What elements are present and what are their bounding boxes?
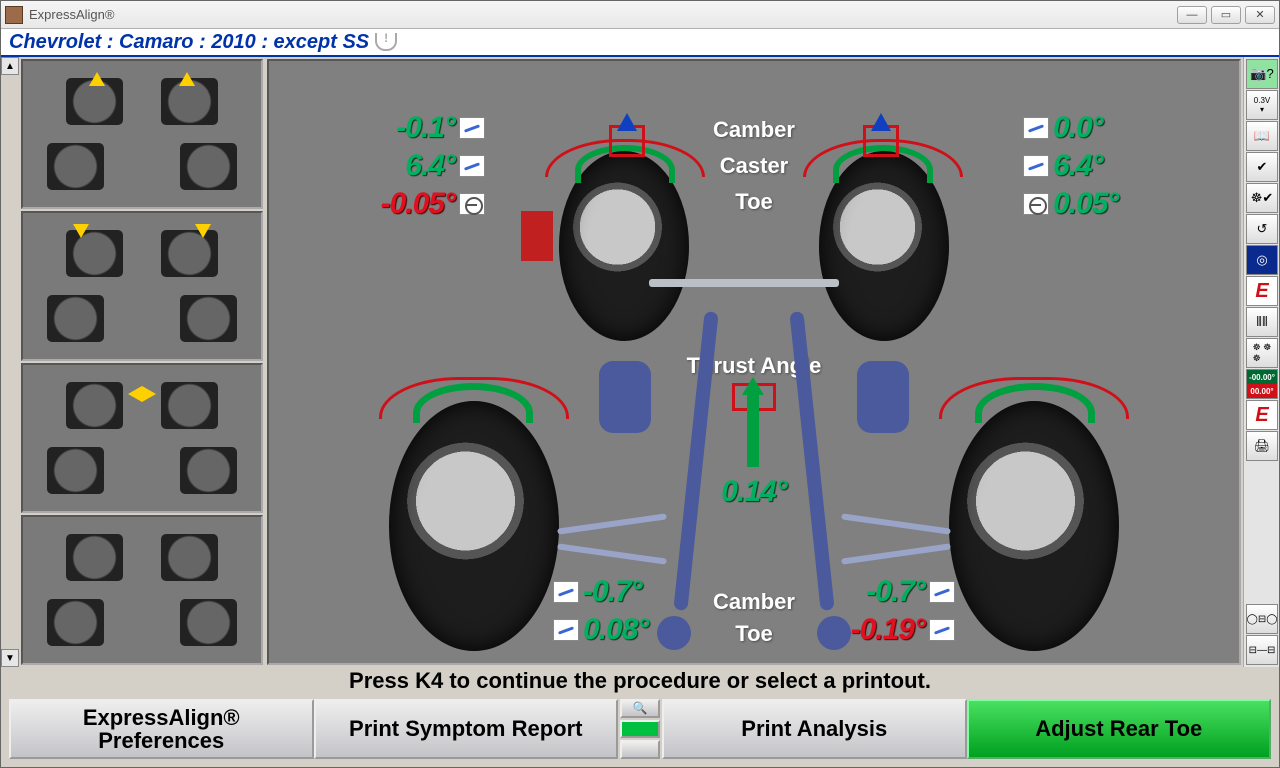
battery-indicator[interactable]: 0.3V▾ [1246,90,1278,120]
thrust-value: 0.14° [721,475,786,509]
wrench-icon [553,581,579,603]
wrench-icon [929,581,955,603]
wrench-icon [553,619,579,641]
wrench-icon [1023,155,1049,177]
sensor-status-button[interactable]: ✔ [1246,152,1278,182]
axle-view-button[interactable]: ⦀⦀ [1246,307,1278,337]
minimize-button[interactable]: — [1177,6,1207,24]
tolerance-toggle[interactable]: -00.00° 00.00° [1246,369,1278,399]
wrench-icon [459,117,485,139]
zoom-button[interactable]: 🔍 [620,699,660,718]
procedure-thumb-3[interactable] [21,363,263,513]
fr-camber-value: 0.0° [1053,111,1103,145]
rear-left-readouts: -0.7° 0.08° [549,575,648,647]
fl-toe-value: -0.05° [381,187,455,221]
wrench-icon [459,155,485,177]
steering-status-button[interactable]: ☸✔ [1246,183,1278,213]
thumb-scroll-up[interactable]: ▲ [1,57,19,75]
fl-caster-value: 6.4° [405,149,455,183]
target-button[interactable]: ◎ [1246,245,1278,275]
rear-right-readouts: -0.7° -0.19° [851,575,959,647]
reset-button[interactable]: ↺ [1246,214,1278,244]
window-title-bar: ExpressAlign® — ▭ ✕ [1,1,1279,29]
rr-toe-value: -0.19° [851,613,925,647]
expressalign-e2-button[interactable]: E [1246,400,1278,430]
label-caster: Caster [713,153,795,179]
print-symptom-button[interactable]: Print Symptom Report [314,699,619,759]
steering-icon [459,193,485,215]
vehicle-description: Chevrolet : Camaro : 2010 : except SS [9,31,369,54]
instruction-text: Press K4 to continue the procedure or se… [1,667,1279,695]
wrench-icon [1023,117,1049,139]
label-toe: Toe [713,189,795,215]
expressalign-e-button[interactable]: E [1246,276,1278,306]
spec-book-button[interactable]: 📖 [1246,121,1278,151]
procedure-thumbnail-strip [19,57,265,667]
next-step-indicator[interactable] [620,720,660,739]
thumb-scroll-down[interactable]: ▼ [1,649,19,667]
close-button[interactable]: ✕ [1245,6,1275,24]
help-video-button[interactable]: 📷? [1246,59,1278,89]
axle-front-view[interactable]: ◯⊟◯ [1246,604,1278,634]
steering-icon [1023,193,1049,215]
four-wheel-button[interactable]: ☸ ☸☸ [1246,338,1278,368]
app-icon [5,6,23,24]
window-title: ExpressAlign® [29,7,1177,22]
fr-caster-value: 6.4° [1053,149,1103,183]
label-camber: Camber [713,117,795,143]
tpms-icon [375,33,397,51]
procedure-thumb-2[interactable] [21,211,263,361]
maximize-button[interactable]: ▭ [1211,6,1241,24]
right-toolbar: 📷? 0.3V▾ 📖 ✔ ☸✔ ↺ ◎ E ⦀⦀ ☸ ☸☸ -00.00° 00… [1243,57,1279,667]
bottom-button-bar: ExpressAlign® Preferences Print Symptom … [1,695,1279,767]
label-rear-camber: Camber [713,589,795,615]
procedure-thumb-4[interactable] [21,515,263,665]
vehicle-info-bar: Chevrolet : Camaro : 2010 : except SS [1,29,1279,57]
fl-camber-value: -0.1° [396,111,455,145]
front-left-readouts: -0.1° 6.4° -0.05° [381,111,489,221]
printer-button[interactable]: 🖨 [1246,431,1278,461]
adjust-rear-toe-button[interactable]: Adjust Rear Toe [967,699,1272,759]
preferences-button[interactable]: ExpressAlign® Preferences [9,699,314,759]
menu-more-button[interactable] [620,740,660,759]
alignment-canvas: -0.1° 6.4° -0.05° Camber Caster Toe 0.0°… [267,59,1241,665]
front-right-readouts: 0.0° 6.4° 0.05° [1019,111,1118,221]
rl-camber-value: -0.7° [583,575,642,609]
wrench-icon [929,619,955,641]
procedure-thumb-1[interactable] [21,59,263,209]
rl-toe-value: 0.08° [583,613,648,647]
axle-rear-view[interactable]: ⊟—⊟ [1246,635,1278,665]
fr-toe-value: 0.05° [1053,187,1118,221]
label-rear-toe: Toe [713,621,795,647]
print-analysis-button[interactable]: Print Analysis [662,699,967,759]
rr-camber-value: -0.7° [866,575,925,609]
